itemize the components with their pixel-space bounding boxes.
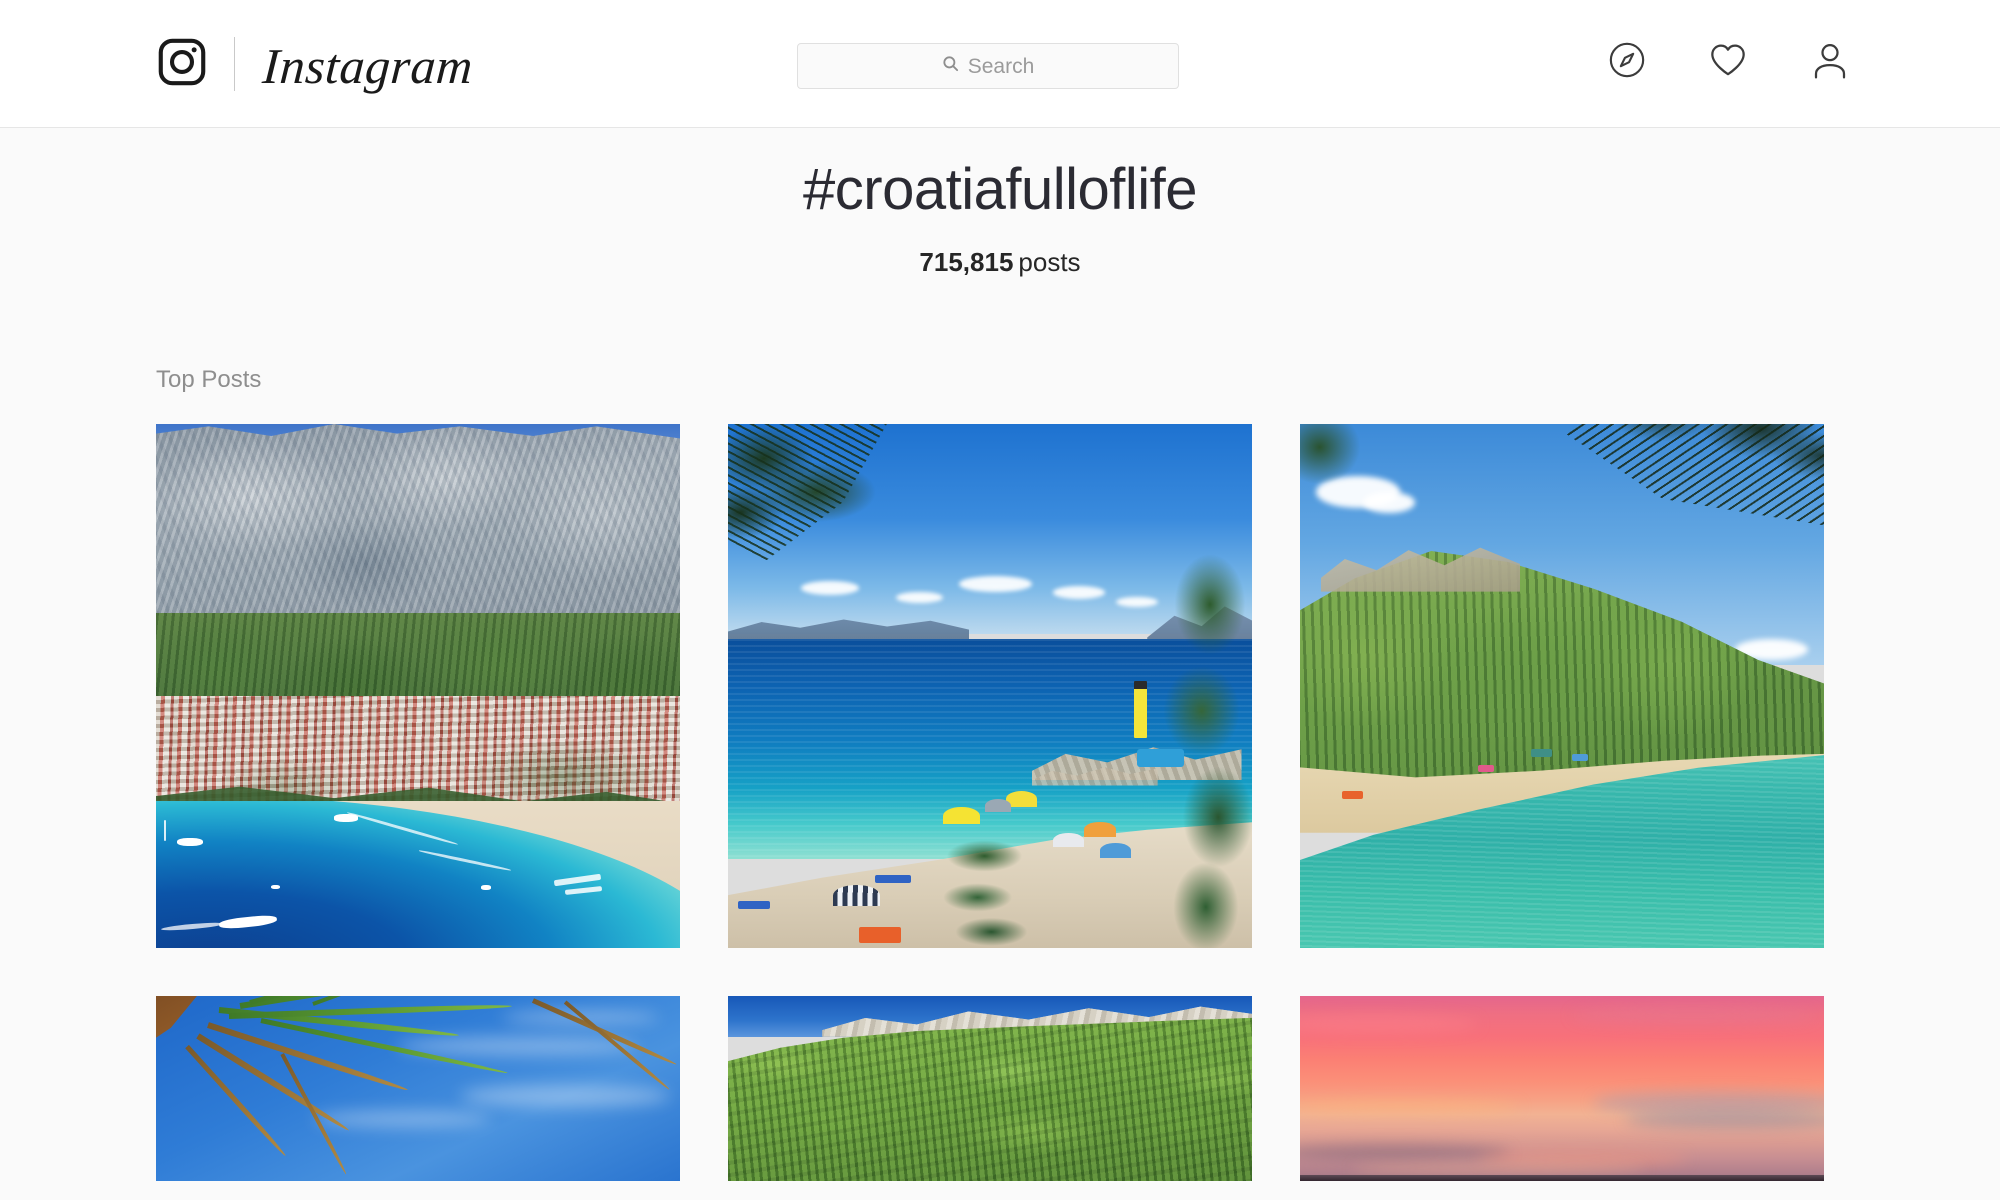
search-input[interactable]: Search — [797, 43, 1179, 89]
post-image-makarska-aerial — [156, 424, 680, 948]
instagram-camera-icon[interactable] — [156, 36, 208, 93]
post-count: 715,815 posts — [0, 248, 2000, 277]
nav-icon-group — [1608, 40, 1850, 85]
post-image-pebble-beach — [728, 424, 1252, 948]
heart-icon[interactable] — [1708, 40, 1748, 85]
post-grid — [156, 424, 1824, 1181]
instagram-wordmark[interactable]: Instagram — [261, 37, 475, 94]
top-navigation-bar: Instagram Search — [0, 0, 2000, 128]
post-count-label: posts — [1018, 247, 1081, 277]
post-tile[interactable] — [156, 424, 680, 948]
post-image-palm-sky — [156, 996, 680, 1181]
top-posts-label: Top Posts — [156, 366, 262, 393]
post-image-forest-cove — [1300, 424, 1824, 948]
post-count-number: 715,815 — [919, 247, 1014, 277]
post-tile[interactable] — [1300, 424, 1824, 948]
post-image-sunset-sky — [1300, 996, 1824, 1181]
post-tile[interactable] — [1300, 996, 1824, 1181]
post-tile[interactable] — [156, 996, 680, 1181]
instagram-logo[interactable]: Instagram — [156, 28, 475, 100]
post-tile[interactable] — [728, 996, 1252, 1181]
search-placeholder-text: Search — [967, 54, 1035, 78]
compass-icon[interactable] — [1608, 41, 1646, 84]
logo-divider — [234, 37, 235, 91]
person-icon[interactable] — [1810, 40, 1850, 85]
page-title: #croatiafulloflife — [803, 157, 1198, 222]
post-image-pine-forest-cliff — [728, 996, 1252, 1181]
search-icon — [942, 55, 959, 77]
instagram-hashtag-page: Instagram Search #croatiafulloflife 715,… — [0, 0, 2000, 1200]
post-tile[interactable] — [728, 424, 1252, 948]
